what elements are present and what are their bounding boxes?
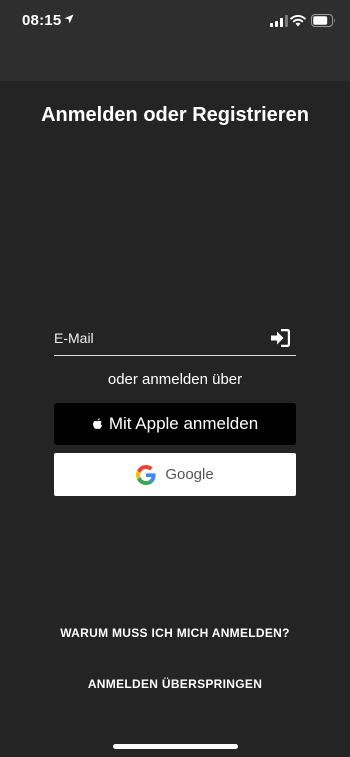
battery-icon xyxy=(311,14,335,27)
alternative-login-text: oder anmelden über xyxy=(107,371,243,388)
google-icon xyxy=(136,464,156,485)
sign-in-icon[interactable] xyxy=(270,329,290,347)
apple-sign-in-label: Mit Apple anmelden xyxy=(108,414,259,433)
header-band xyxy=(0,44,350,81)
email-field[interactable]: E-Mail xyxy=(54,324,296,356)
page-title: Anmelden oder Registrieren xyxy=(41,104,309,126)
status-time: 08:15 xyxy=(22,12,62,29)
apple-icon xyxy=(92,417,102,429)
location-arrow-icon xyxy=(64,14,74,24)
email-placeholder: E-Mail xyxy=(54,330,94,346)
status-bar: 08:15 xyxy=(0,0,350,44)
google-sign-in-label: Google xyxy=(165,466,214,483)
signal-icon xyxy=(270,15,288,27)
wifi-icon xyxy=(290,14,306,27)
apple-sign-in-button[interactable]: Mit Apple anmelden xyxy=(54,403,296,445)
google-sign-in-button[interactable]: Google xyxy=(54,453,296,496)
why-sign-in-link[interactable]: WARUM MUSS ICH MICH ANMELDEN? xyxy=(0,626,350,640)
home-indicator[interactable] xyxy=(113,744,238,749)
skip-sign-in-link[interactable]: ANMELDEN ÜBERSPRINGEN xyxy=(0,677,350,691)
